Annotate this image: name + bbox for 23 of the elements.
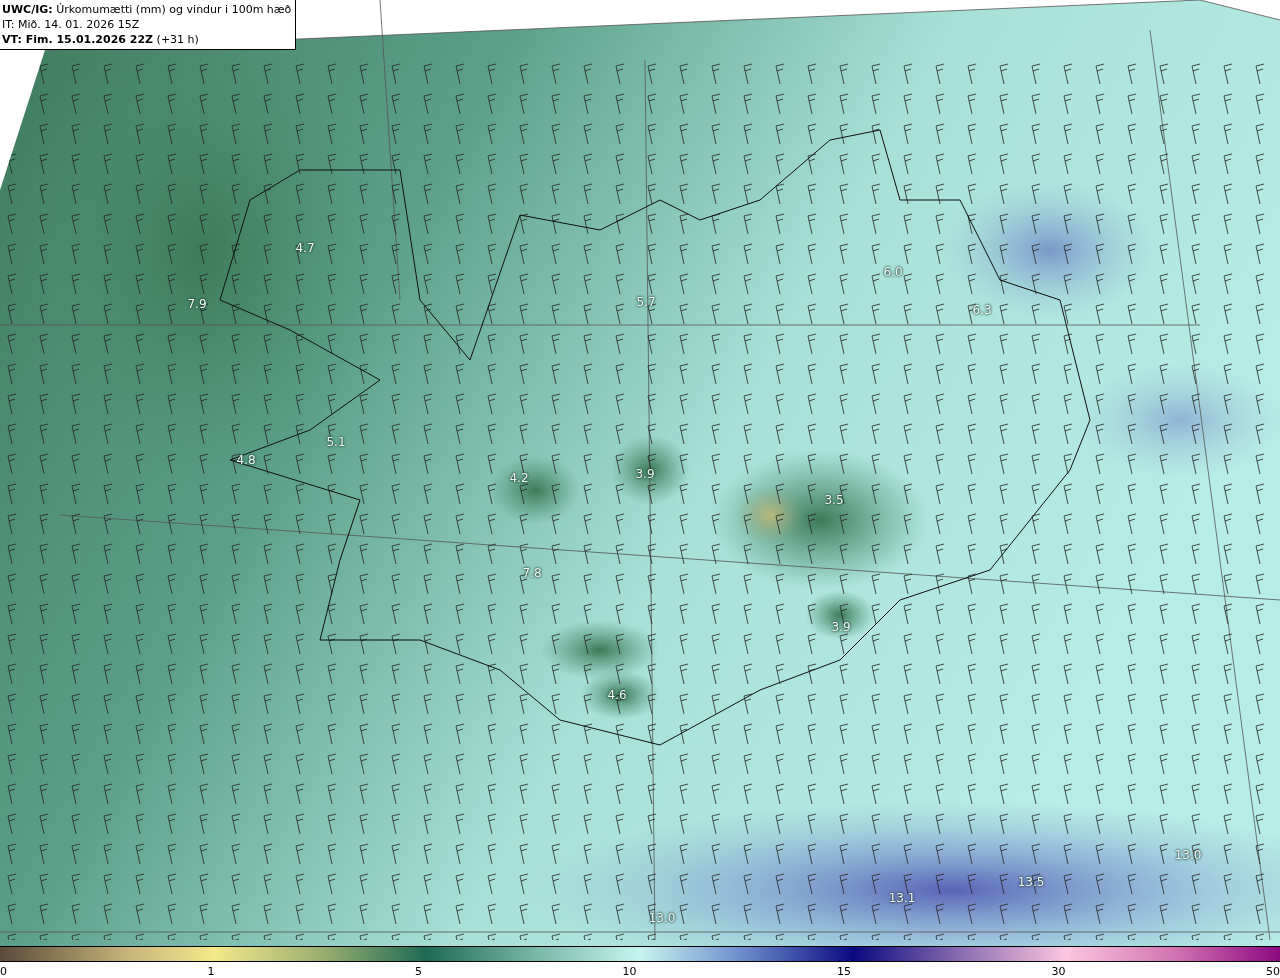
scale-tick-label: 15 xyxy=(837,964,851,978)
scale-tick-label: 0 xyxy=(0,964,7,978)
value-label: 4.7 xyxy=(295,241,315,255)
scale-tick-label: 10 xyxy=(622,964,637,978)
value-label: 4.2 xyxy=(509,471,529,485)
scale-tick-label: 1 xyxy=(207,964,215,978)
value-label: 3.9 xyxy=(635,467,655,481)
value-label: 3.5 xyxy=(824,493,844,507)
value-label: 6.3 xyxy=(972,303,992,317)
valid-time-text: VT: Fim. 15.01.2026 22Z (+31 h) xyxy=(2,32,200,47)
value-label: 13.1 xyxy=(888,891,916,905)
value-label: 3.9 xyxy=(831,620,851,634)
value-label: 6.0 xyxy=(883,265,903,279)
chart-title: UWC/IG: Úrkomumætti (mm) og vindur i 100m hæð xyxy=(2,2,292,17)
scale-tick-label: 30 xyxy=(1051,964,1066,978)
value-label: 7.8 xyxy=(522,566,542,580)
issue-time-text: IT: Mið. 14. 01. 2026 15Z xyxy=(2,17,141,32)
value-label: 4.6 xyxy=(607,688,627,702)
value-label: 4.8 xyxy=(236,453,256,467)
value-label: 5.1 xyxy=(326,435,346,449)
scale-tick-label: 50 xyxy=(1266,964,1280,978)
scale-tick-label: 5 xyxy=(415,964,422,978)
value-label: 7.9 xyxy=(187,297,207,311)
